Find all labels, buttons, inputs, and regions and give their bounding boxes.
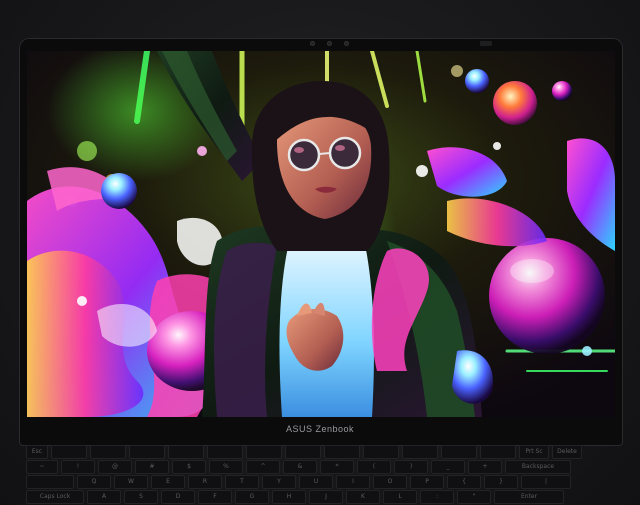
key[interactable]: Prt Sc <box>519 445 549 459</box>
key[interactable] <box>207 445 243 459</box>
key[interactable]: * <box>320 460 354 474</box>
key[interactable]: Delete <box>552 445 582 459</box>
key[interactable]: % <box>209 460 243 474</box>
key[interactable]: @ <box>98 460 132 474</box>
laptop-screen <box>27 51 615 417</box>
key[interactable]: ! <box>61 460 95 474</box>
key[interactable] <box>441 445 477 459</box>
key[interactable] <box>51 445 87 459</box>
key[interactable] <box>480 445 516 459</box>
key[interactable]: F <box>198 490 232 504</box>
key[interactable]: & <box>283 460 317 474</box>
function-key-row: Esc Prt Sc Delete <box>26 445 582 459</box>
key[interactable]: ( <box>357 460 391 474</box>
key[interactable] <box>168 445 204 459</box>
key[interactable]: R <box>188 475 222 489</box>
key[interactable]: + <box>468 460 502 474</box>
key[interactable]: D <box>161 490 195 504</box>
key[interactable] <box>402 445 438 459</box>
key[interactable] <box>363 445 399 459</box>
key[interactable]: : <box>420 490 454 504</box>
key[interactable]: E <box>151 475 185 489</box>
key[interactable]: S <box>124 490 158 504</box>
key[interactable]: $ <box>172 460 206 474</box>
key[interactable]: L <box>383 490 417 504</box>
key[interactable]: ) <box>394 460 428 474</box>
key[interactable]: H <box>272 490 306 504</box>
key[interactable] <box>129 445 165 459</box>
key[interactable]: " <box>457 490 491 504</box>
key[interactable]: ^ <box>246 460 280 474</box>
key[interactable]: K <box>346 490 380 504</box>
screen-artwork <box>27 51 615 417</box>
key[interactable] <box>324 445 360 459</box>
key[interactable]: T <box>225 475 259 489</box>
home-key-row: Caps Lock A S D F G H J K L : " Enter <box>26 490 564 504</box>
ir-sensor-icon <box>310 41 315 46</box>
keyboard: Esc Prt Sc Delete ~ ! @ # $ % ^ & * () … <box>26 444 626 505</box>
key[interactable]: U <box>299 475 333 489</box>
laptop: ASUS Zenbook Esc Prt Sc Delete ~ ! @ # $… <box>0 0 640 505</box>
key[interactable]: ~ <box>26 460 58 474</box>
backspace-key[interactable]: Backspace <box>505 460 571 474</box>
key[interactable] <box>285 445 321 459</box>
brand-label: ASUS Zenbook <box>285 424 355 434</box>
key[interactable]: I <box>336 475 370 489</box>
camera-light-icon <box>344 41 349 46</box>
key[interactable] <box>246 445 282 459</box>
webcam-icon <box>327 41 332 46</box>
key[interactable]: G <box>235 490 269 504</box>
key[interactable]: O <box>373 475 407 489</box>
caps-lock-key[interactable]: Caps Lock <box>26 490 84 504</box>
key[interactable]: Q <box>77 475 111 489</box>
key[interactable]: Y <box>262 475 296 489</box>
enter-key[interactable]: Enter <box>494 490 564 504</box>
ambient-sensor <box>480 41 492 46</box>
key[interactable]: _ <box>431 460 465 474</box>
number-key-row: ~ ! @ # $ % ^ & * ( ) _ + Backspace <box>26 460 571 474</box>
qwerty-key-row: Q W E R T Y U I O P { } | <box>26 475 571 489</box>
key[interactable] <box>90 445 126 459</box>
backslash-key[interactable]: | <box>521 475 571 489</box>
key[interactable]: P <box>410 475 444 489</box>
key[interactable]: A <box>87 490 121 504</box>
key[interactable]: W <box>114 475 148 489</box>
key[interactable]: # <box>135 460 169 474</box>
webcam-array <box>300 41 360 47</box>
key[interactable]: { <box>447 475 481 489</box>
key[interactable]: J <box>309 490 343 504</box>
key[interactable]: } <box>484 475 518 489</box>
key[interactable]: Esc <box>26 445 48 459</box>
tab-key[interactable] <box>26 475 74 489</box>
